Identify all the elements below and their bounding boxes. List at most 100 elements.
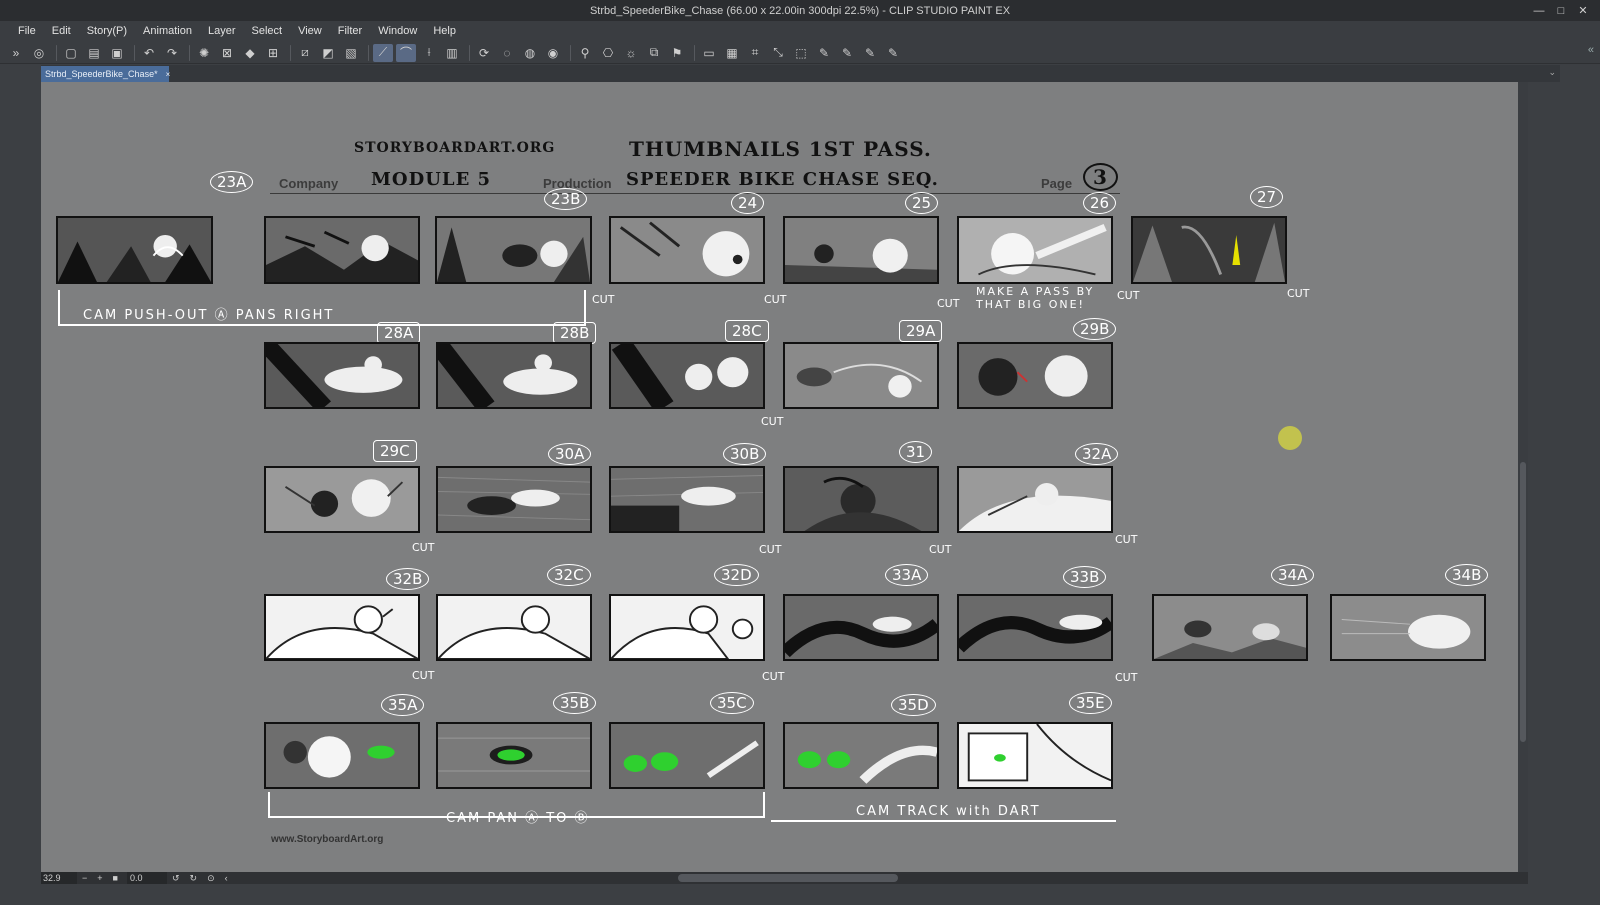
show-selection-icon[interactable]: ▧	[341, 44, 361, 62]
toolbar-divider	[56, 44, 57, 61]
camera-icon[interactable]: ⎔	[598, 44, 618, 62]
new-file-icon[interactable]: ▢	[61, 44, 81, 62]
transform-icon[interactable]: ⊞	[263, 44, 283, 62]
menu-story[interactable]: Story(P)	[79, 21, 135, 42]
snap-special-ruler-icon[interactable]: ⌒	[396, 43, 416, 62]
zoom-out-icon[interactable]: −	[77, 873, 92, 883]
fill-icon[interactable]: ◆	[240, 44, 260, 62]
panel-number: 35D	[891, 694, 936, 716]
undo-icon[interactable]: ↶	[139, 44, 159, 62]
right-dock	[1560, 64, 1600, 905]
vertical-scrollbar[interactable]	[1518, 82, 1528, 872]
menu-filter[interactable]: Filter	[330, 21, 370, 42]
panel-number: 23B	[544, 188, 588, 210]
color-icon[interactable]: ◍	[520, 44, 540, 62]
clear-icon[interactable]: ⊠	[217, 44, 237, 62]
rotate-right-icon[interactable]: ↻	[185, 873, 203, 884]
tab-close-icon[interactable]: ×	[166, 70, 171, 79]
rotation-field[interactable]: 0.0	[126, 872, 167, 884]
toolbar-divider	[134, 44, 135, 61]
document-tab-bar: Strbd_SpeederBike_Chase* × ⌄	[41, 65, 1560, 82]
cut-label: CUT	[1115, 671, 1138, 684]
panel-33a	[783, 594, 939, 661]
menu-select[interactable]: Select	[244, 21, 291, 42]
fit-icon[interactable]: ■	[108, 873, 123, 883]
panel-number: 32B	[386, 568, 430, 590]
panel-34b	[1330, 594, 1486, 661]
panel-number: 23A	[210, 171, 254, 193]
panel-number: 30A	[548, 443, 592, 465]
menu-help[interactable]: Help	[425, 21, 464, 42]
marker-icon[interactable]: ⚑	[667, 44, 687, 62]
menu-layer[interactable]: Layer	[200, 21, 244, 42]
crop-icon[interactable]: ⌗	[745, 44, 765, 62]
menu-window[interactable]: Window	[370, 21, 425, 42]
pin-icon[interactable]: ⚲	[575, 44, 595, 62]
deselect-icon[interactable]: ⧄	[295, 44, 315, 62]
pencil-icon[interactable]: ✎	[837, 44, 857, 62]
cut-label: CUT	[1117, 289, 1140, 302]
close-button[interactable]: ✕	[1572, 2, 1594, 19]
chevron-down-icon[interactable]: ⌄	[1548, 67, 1556, 78]
maximize-button[interactable]: □	[1550, 2, 1572, 19]
rotate-left-icon[interactable]: ↺	[167, 873, 185, 884]
panel-number: 35C	[710, 692, 754, 714]
panel-number: 33B	[1063, 566, 1107, 588]
menu-edit[interactable]: Edit	[44, 21, 79, 42]
note-cam-push-out: CAM PUSH-OUT Ⓐ PANS RIGHT	[83, 308, 335, 323]
panel-32b	[264, 594, 420, 661]
reset-rotation-icon[interactable]: ⊙	[202, 873, 220, 884]
layer-move-icon[interactable]: ⧉	[644, 44, 664, 62]
cut-label: CUT	[929, 543, 952, 556]
toolbar-divider	[570, 44, 571, 61]
panel-28b	[436, 342, 592, 409]
resize-icon[interactable]: ⤡	[768, 44, 788, 62]
loading-icon[interactable]: ✺	[194, 44, 214, 62]
bulb-icon[interactable]: ☼	[621, 44, 641, 62]
canvas[interactable]: STORYBOARDART.ORG THUMBNAILS 1ST PASS. C…	[41, 82, 1518, 872]
document-tab[interactable]: Strbd_SpeederBike_Chase* ×	[41, 66, 171, 82]
note-make-pass: MAKE A PASS BY THAT BIG ONE!	[976, 285, 1095, 311]
pen-icon[interactable]: ✎	[814, 44, 834, 62]
zoom-field[interactable]: 32.9	[41, 872, 77, 884]
panel-23b-right	[435, 216, 592, 284]
panel-33b	[957, 594, 1113, 661]
snap-ruler-icon[interactable]: ⟋	[373, 43, 393, 62]
clip-studio-icon[interactable]: ◎	[29, 44, 49, 62]
select-box-icon[interactable]: ⬚	[791, 44, 811, 62]
toolbar-divider	[368, 44, 369, 61]
scrollbar-thumb[interactable]	[1520, 462, 1526, 742]
panel-35c	[609, 722, 765, 789]
rotate-icon[interactable]: ⟳	[474, 44, 494, 62]
scroll-left-icon[interactable]: ‹	[220, 873, 233, 883]
frame-icon[interactable]: ▭	[699, 44, 719, 62]
panel-34a	[1152, 594, 1308, 661]
collapse-icon[interactable]: »	[6, 44, 26, 62]
redo-icon[interactable]: ↷	[162, 44, 182, 62]
ruler-icon[interactable]: ▥	[442, 44, 462, 62]
cut-label: CUT	[764, 293, 787, 306]
panel-number: 30B	[723, 443, 767, 465]
panel-number: 24	[731, 192, 765, 214]
cut-label: CUT	[762, 670, 785, 683]
panel-collapse-icon[interactable]: «	[1588, 44, 1594, 56]
invert-selection-icon[interactable]: ◩	[318, 44, 338, 62]
open-folder-icon[interactable]: ▤	[84, 44, 104, 62]
checker-icon[interactable]: ▦	[722, 44, 742, 62]
zoom-in-icon[interactable]: +	[92, 873, 107, 883]
brush-icon[interactable]: ✎	[860, 44, 880, 62]
company-value: MODULE 5	[371, 169, 492, 190]
menu-animation[interactable]: Animation	[135, 21, 200, 42]
lasso-icon[interactable]: ◌	[497, 44, 517, 62]
marker-pen-icon[interactable]: ✎	[883, 44, 903, 62]
menu-file[interactable]: File	[10, 21, 44, 42]
snap-grid-icon[interactable]: ⟊	[419, 44, 439, 62]
company-label: Company	[279, 176, 339, 191]
minimize-button[interactable]: —	[1528, 2, 1550, 19]
toolbar-divider	[189, 44, 190, 61]
save-icon[interactable]: ▣	[107, 44, 127, 62]
horizontal-scrollbar-thumb[interactable]	[678, 874, 898, 882]
flip-icon[interactable]: ◉	[543, 44, 563, 62]
menu-view[interactable]: View	[290, 21, 330, 42]
header-rule	[270, 193, 1120, 194]
